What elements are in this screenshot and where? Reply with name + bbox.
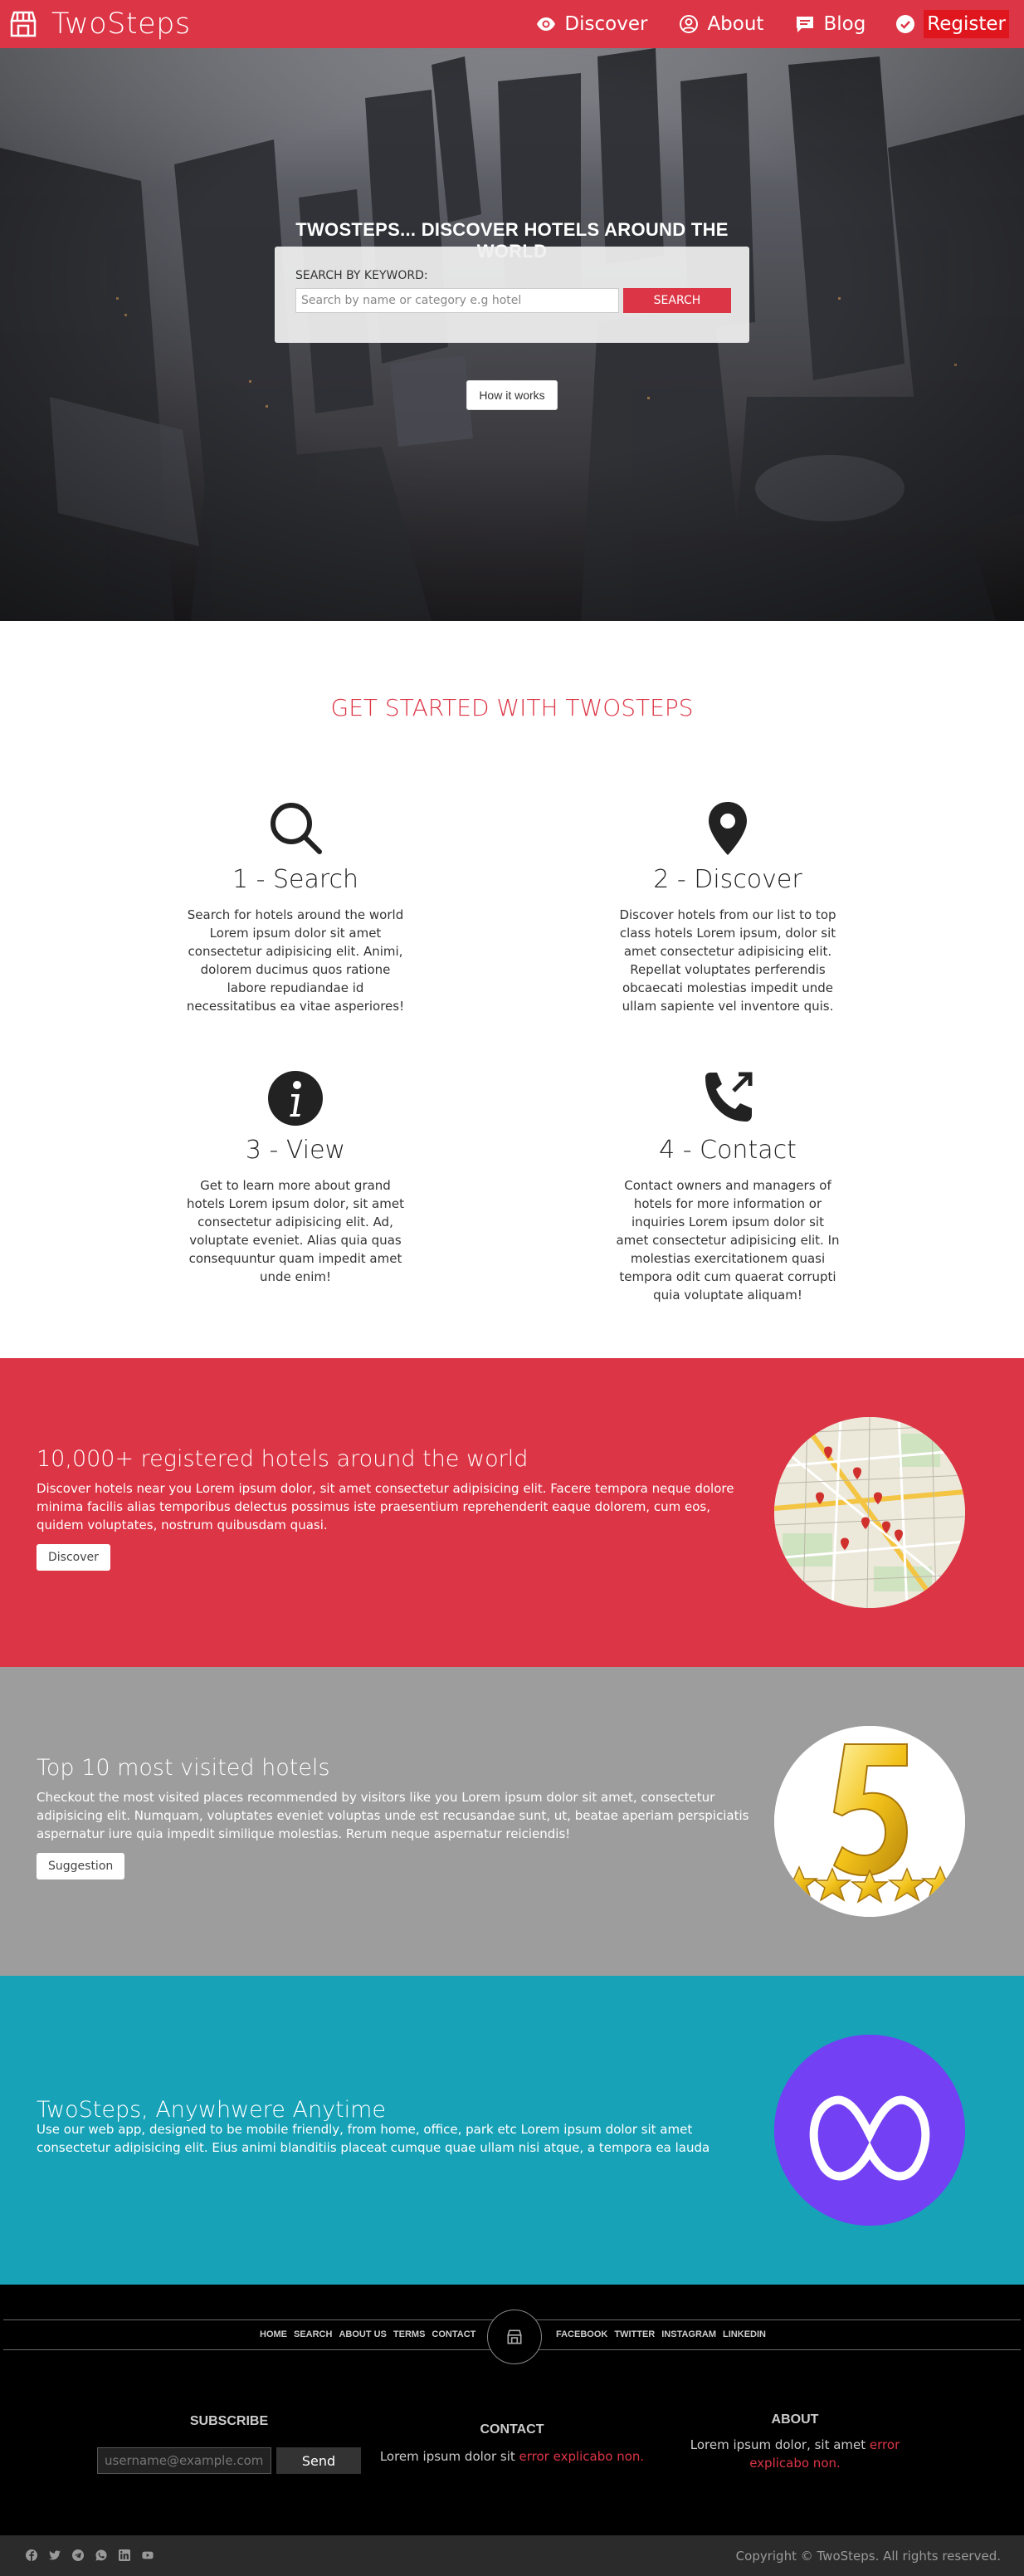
contact-link[interactable]: error explicabo non. [519, 2449, 645, 2464]
nav-about-label: About [707, 13, 764, 35]
footer-link-home[interactable]: HOME [260, 2329, 287, 2339]
step-title: 1 - Search [232, 865, 359, 894]
copyright-text: Copyright © TwoSteps. All rights reserve… [735, 2549, 1001, 2564]
step-text: Contact owners and managers of hotels fo… [616, 1178, 840, 1303]
store-icon [507, 2329, 522, 2344]
search-input[interactable] [295, 288, 619, 313]
footer-link-instagram[interactable]: INSTAGRAM [661, 2329, 716, 2339]
top-navbar: TwoSteps Discover About Blog Register [0, 0, 1024, 48]
how-it-works-button[interactable]: How it works [466, 380, 558, 410]
map-marker-icon [709, 802, 747, 855]
footer-link-contact[interactable]: CONTACT [432, 2329, 475, 2339]
footer-link-twitter[interactable]: TWITTER [614, 2329, 655, 2339]
bottom-bar: Copyright © TwoSteps. All rights reserve… [0, 2535, 1024, 2576]
contact-title: CONTACT [480, 2422, 544, 2437]
brand-name: TwoSteps [51, 7, 191, 41]
discover-button[interactable]: Discover [37, 1544, 110, 1571]
band-title: Top 10 most visited hotels [37, 1755, 330, 1781]
footer: HOME SEARCH ABOUT US TERMS CONTACT FACEB… [0, 2285, 1024, 2535]
app-logo-image [774, 2035, 965, 2226]
anywhere-section: TwoSteps, Anywhwere Anytime Use our web … [0, 1976, 1024, 2285]
map-image [774, 1417, 965, 1608]
nav-discover[interactable]: Discover [536, 13, 647, 35]
band-text: Discover hotels near you Lorem ipsum dol… [37, 1481, 734, 1532]
social-icons [25, 2549, 164, 2562]
step-text: Search for hotels around the world Lorem… [186, 907, 405, 1014]
telegram-icon[interactable] [71, 2549, 85, 2562]
nav-blog-label: Blog [823, 13, 866, 35]
facebook-icon[interactable] [25, 2549, 38, 2562]
search-icon [271, 803, 322, 854]
footer-link-about[interactable]: ABOUT US [339, 2329, 386, 2339]
subscribe-send-button[interactable]: Send [276, 2447, 361, 2474]
comment-icon [797, 17, 814, 32]
step-discover: 2 - Discover Discover hotels from our li… [603, 799, 852, 1015]
nav-links: Discover About Blog Register [505, 0, 1009, 48]
step-view: 3 - View Get to learn more about grand h… [171, 1069, 420, 1286]
contact-text-plain: Lorem ipsum dolor sit [379, 2449, 519, 2464]
hero-section: TWOSTEPS... DISCOVER HOTELS AROUND THE W… [0, 48, 1024, 621]
step-text: Discover hotels from our list to top cla… [619, 907, 836, 1014]
linkedin-icon[interactable] [118, 2549, 131, 2562]
search-panel: SEARCH BY KEYWORD: SEARCH [275, 247, 749, 343]
whatsapp-icon[interactable] [95, 2549, 108, 2562]
store-icon [10, 11, 37, 37]
check-circle-icon [896, 15, 915, 33]
footer-nav-right: FACEBOOK TWITTER INSTAGRAM LINKEDIN [556, 2329, 773, 2339]
search-button[interactable]: SEARCH [623, 288, 731, 313]
step-search: 1 - Search Search for hotels around the … [171, 799, 420, 1015]
phone-outgoing-icon [705, 1072, 753, 1122]
five-stars-image [774, 1726, 965, 1917]
subscribe-email-input[interactable] [97, 2447, 271, 2474]
step-title: 2 - Discover [653, 865, 802, 894]
step-text: Get to learn more about grand hotels Lor… [187, 1178, 404, 1284]
about-title: ABOUT [771, 2412, 819, 2427]
top-hotels-section: Top 10 most visited hotels Checkout the … [0, 1667, 1024, 1976]
band-title: 10,000+ registered hotels around the wor… [37, 1446, 529, 1472]
band-text: Checkout the most visited places recomme… [37, 1790, 749, 1841]
nav-register-label: Register [924, 10, 1009, 38]
youtube-icon[interactable] [141, 2549, 154, 2562]
about-text-plain: Lorem ipsum dolor, sit amet [690, 2437, 870, 2452]
suggestion-button[interactable]: Suggestion [37, 1853, 125, 1879]
step-contact: 4 - Contact Contact owners and managers … [603, 1069, 852, 1304]
nav-about[interactable]: About [679, 13, 763, 35]
footer-link-search[interactable]: SEARCH [294, 2329, 332, 2339]
user-circle-icon [680, 15, 699, 33]
band-text: Use our web app, designed to be mobile f… [37, 2122, 710, 2155]
nav-blog[interactable]: Blog [795, 13, 866, 35]
nav-register[interactable]: Register [895, 10, 1009, 38]
nav-discover-label: Discover [564, 13, 648, 35]
subscribe-title: SUBSCRIBE [189, 2414, 269, 2428]
get-started-section: GET STARTED WITH TWOSTEPS 1 - Search Sea… [0, 621, 1024, 1358]
about-text: Lorem ipsum dolor, sit amet error explic… [679, 2436, 911, 2472]
footer-link-terms[interactable]: TERMS [393, 2329, 426, 2339]
footer-link-facebook[interactable]: FACEBOOK [556, 2329, 607, 2339]
footer-nav-left: HOME SEARCH ABOUT US TERMS CONTACT [260, 2329, 482, 2339]
footer-logo[interactable] [487, 2310, 542, 2364]
hotels-count-section: 10,000+ registered hotels around the wor… [0, 1358, 1024, 1667]
step-title: 3 - View [245, 1136, 346, 1165]
twitter-icon[interactable] [48, 2549, 61, 2562]
brand-link[interactable]: TwoSteps [7, 7, 191, 41]
section-title: GET STARTED WITH TWOSTEPS [330, 694, 694, 721]
step-title: 4 - Contact [659, 1136, 797, 1165]
footer-link-linkedin[interactable]: LINKEDIN [723, 2329, 766, 2339]
contact-text: Lorem ipsum dolor sit error explicabo no… [365, 2447, 659, 2466]
band-title: TwoSteps, Anywhwere Anytime [37, 2097, 387, 2123]
search-label: SEARCH BY KEYWORD: [295, 269, 428, 282]
eye-icon [537, 17, 556, 31]
info-circle-icon [268, 1071, 323, 1126]
